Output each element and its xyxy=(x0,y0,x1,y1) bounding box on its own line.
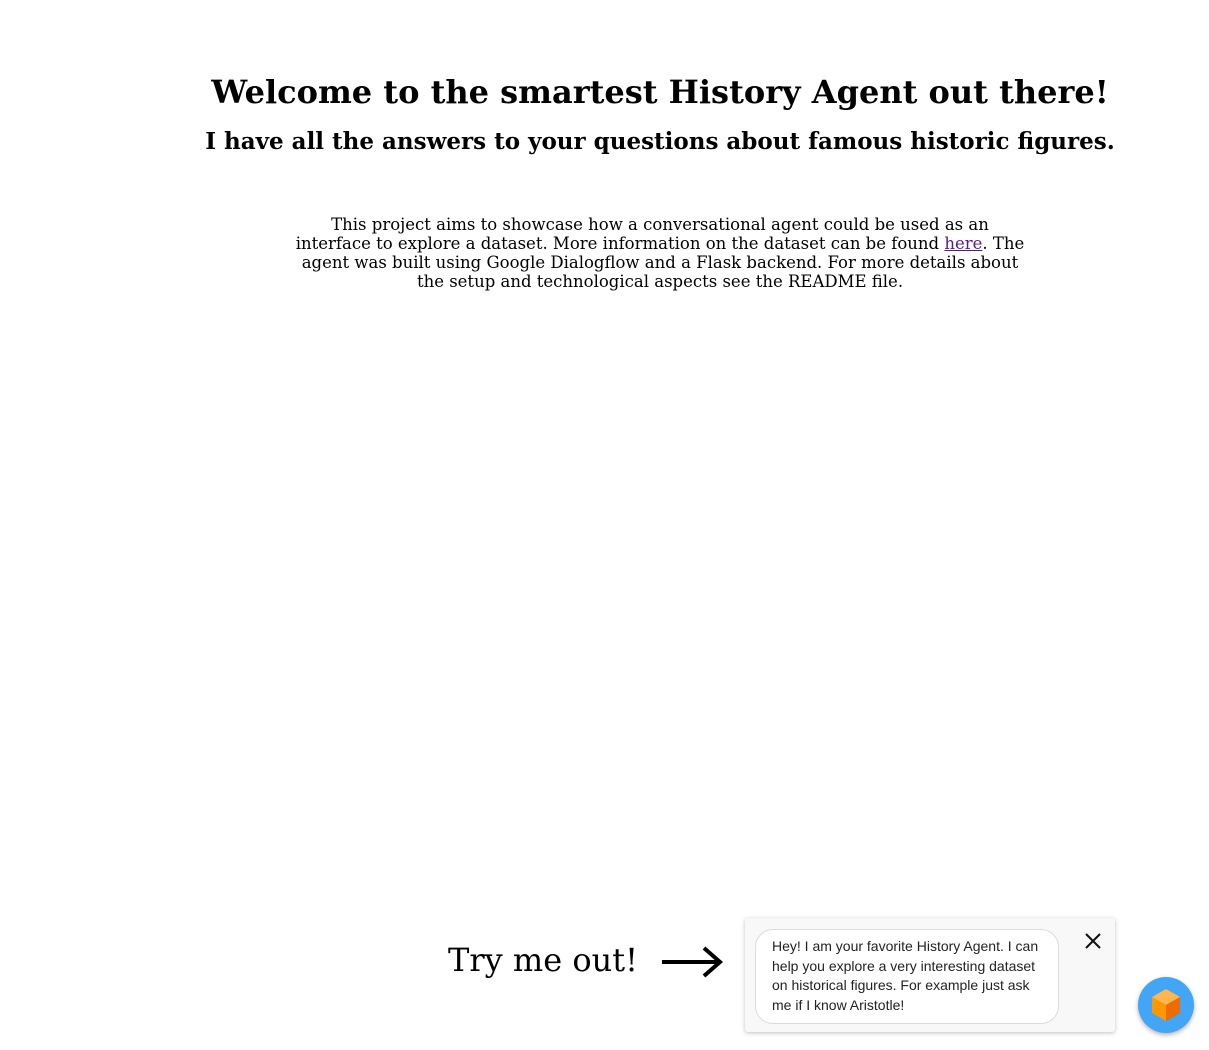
right-arrow-icon xyxy=(662,946,724,978)
intro-paragraph: This project aims to showcase how a conv… xyxy=(295,215,1025,291)
intro-text-start: This project aims to showcase how a conv… xyxy=(295,214,989,253)
close-icon[interactable] xyxy=(1081,929,1105,953)
chat-popup: Hey! I am your favorite History Agent. I… xyxy=(745,918,1115,1032)
page-header: Welcome to the smartest History Agent ou… xyxy=(110,70,1209,158)
chat-message: Hey! I am your favorite History Agent. I… xyxy=(755,929,1059,1024)
page-subtitle: I have all the answers to your questions… xyxy=(205,128,1115,155)
try-me-label: Try me out! xyxy=(448,941,638,979)
dialogflow-cube-icon xyxy=(1152,989,1180,1021)
chat-launcher-button[interactable] xyxy=(1138,977,1194,1033)
dataset-link[interactable]: here xyxy=(944,234,982,253)
page-title: Welcome to the smartest History Agent ou… xyxy=(211,73,1109,111)
